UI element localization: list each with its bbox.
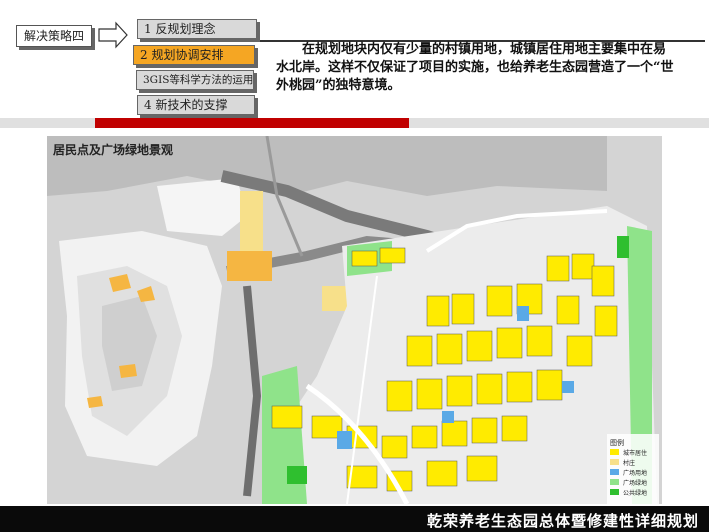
legend-item: 广场绿地 xyxy=(623,479,647,487)
accent-bar xyxy=(0,118,709,128)
legend-swatch xyxy=(610,459,619,465)
step-2-button[interactable]: 2 规划协调安排 xyxy=(133,45,255,65)
legend-swatch xyxy=(610,449,619,455)
map-title: 居民点及广场绿地景观 xyxy=(53,142,173,157)
arrow-right-icon xyxy=(98,21,128,49)
step-4-button[interactable]: 4 新技术的支撑 xyxy=(137,95,255,115)
legend-swatch xyxy=(610,489,619,495)
planning-map: 居民点及广场绿地景观 图例 城市居住 村庄 广场用地 广场绿地 公共绿地 xyxy=(47,136,662,504)
legend-item: 村庄 xyxy=(623,459,635,467)
step-1-button[interactable]: 1 反规划理念 xyxy=(137,19,257,39)
legend-item: 广场用地 xyxy=(623,469,647,477)
strategy-label: 解决策略四 xyxy=(16,25,92,47)
step-3-button[interactable]: 3GIS等科学方法的运用 xyxy=(136,70,254,90)
legend-swatch xyxy=(610,479,619,485)
description-text: 在规划地块内仅有少量的村镇用地，城镇居住用地主要集中在易水北岸。这样不仅保证了项… xyxy=(276,42,674,93)
legend-title: 图例 xyxy=(610,438,624,447)
footer-bar: 乾荣养老生态园总体暨修建性详细规划 xyxy=(0,506,709,532)
footer-title: 乾荣养老生态园总体暨修建性详细规划 xyxy=(426,512,699,530)
legend-swatch xyxy=(610,469,619,475)
legend-item: 公共绿地 xyxy=(623,489,647,497)
map-legend: 图例 城市居住 村庄 广场用地 广场绿地 公共绿地 xyxy=(607,434,659,504)
legend-item: 城市居住 xyxy=(623,449,647,457)
